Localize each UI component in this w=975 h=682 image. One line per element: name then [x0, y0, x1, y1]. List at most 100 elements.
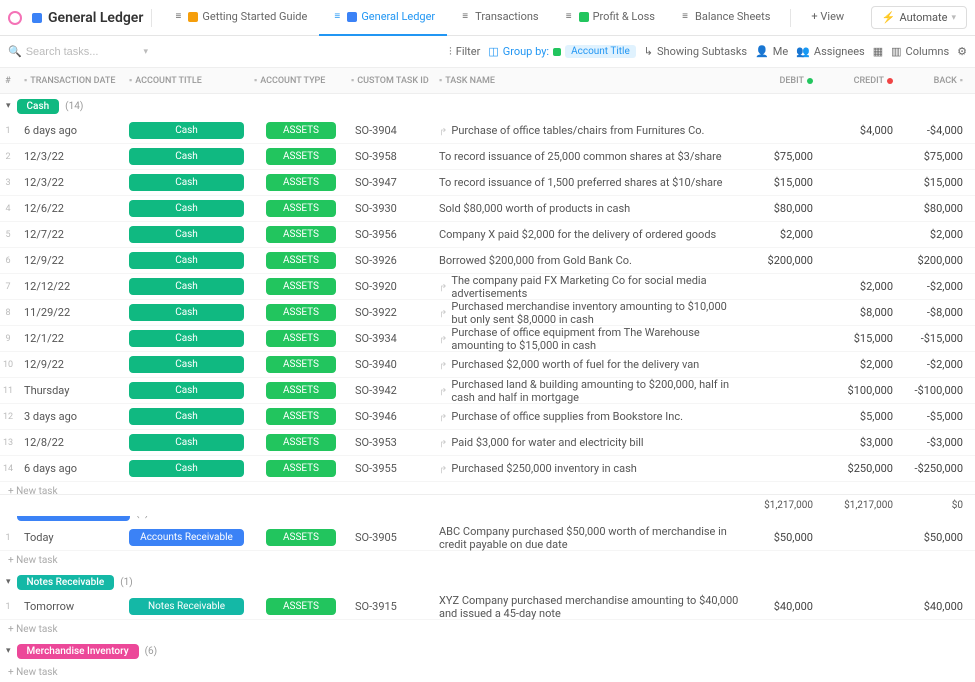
cell-type: ASSETS: [246, 200, 351, 217]
new-task-button[interactable]: + New task: [0, 620, 975, 639]
cell-name: ↳Purchase of office equipment from The W…: [431, 326, 745, 352]
header-credit[interactable]: CREDIT: [825, 76, 905, 86]
cell-id: SO-3904: [351, 124, 431, 137]
me-button[interactable]: 👤Me: [755, 45, 788, 58]
table-row[interactable]: 5 12/7/22 Cash ASSETS SO-3956 Company X …: [0, 222, 975, 248]
show-button[interactable]: ▦: [873, 45, 883, 58]
filter-button[interactable]: ⫶Filter: [449, 45, 480, 59]
header-date[interactable]: ▪TRANSACTION DATE: [16, 75, 121, 86]
cell-date: 6 days ago: [16, 462, 121, 475]
cell-name: ↳Purchased merchandise inventory amounti…: [431, 300, 745, 326]
group-count: (1): [120, 577, 133, 588]
tab-profit-loss[interactable]: ≡Profit & Loss: [551, 0, 667, 36]
columns-button[interactable]: ▥Columns: [891, 45, 949, 58]
app-logo-icon: [8, 11, 22, 25]
group-header[interactable]: ▾ Notes Receivable (1): [0, 570, 975, 594]
automate-button[interactable]: ⚡ Automate ▾: [871, 6, 967, 29]
cell-name: ↳Purchased $250,000 inventory in cash: [431, 462, 745, 475]
layout-icon: ▦: [873, 45, 883, 58]
list-icon: ≡: [563, 11, 575, 23]
tab-getting-started-guide[interactable]: ≡Getting Started Guide: [160, 0, 319, 36]
group-name-pill: Notes Receivable: [17, 575, 115, 590]
header-id[interactable]: ▪CUSTOM TASK ID: [351, 75, 431, 86]
table-row[interactable]: 7 12/12/22 Cash ASSETS SO-3920 ↳The comp…: [0, 274, 975, 300]
group-header[interactable]: ▾ Cash (14): [0, 94, 975, 118]
new-task-button[interactable]: + New task: [0, 551, 975, 570]
cell-type: ASSETS: [246, 460, 351, 477]
chevron-down-icon[interactable]: ▾: [6, 646, 11, 656]
cell-type: ASSETS: [246, 356, 351, 373]
row-num: 12: [0, 412, 16, 422]
cell-back: -$3,000: [905, 436, 975, 449]
new-task-button[interactable]: + New task: [0, 663, 975, 682]
cell-date: 12/9/22: [16, 358, 121, 371]
cell-credit: $2,000: [825, 358, 905, 371]
table-row[interactable]: 12 3 days ago Cash ASSETS SO-3946 ↳Purch…: [0, 404, 975, 430]
header-back[interactable]: BACK▪: [905, 75, 975, 86]
search-icon: 🔍: [8, 45, 22, 58]
cell-date: 12/12/22: [16, 280, 121, 293]
assignees-button[interactable]: 👥Assignees: [796, 45, 865, 58]
table-row[interactable]: 1 6 days ago Cash ASSETS SO-3904 ↳Purcha…: [0, 118, 975, 144]
settings-button[interactable]: ⚙: [957, 45, 967, 58]
cell-type: ASSETS: [246, 408, 351, 425]
tab-transactions[interactable]: ≡Transactions: [447, 0, 550, 36]
header-name[interactable]: ▪TASK NAME: [431, 75, 745, 86]
cell-id: SO-3920: [351, 280, 431, 293]
table-row[interactable]: 4 12/6/22 Cash ASSETS SO-3930 Sold $80,0…: [0, 196, 975, 222]
list-icon: ≡: [172, 11, 184, 23]
subtask-icon: ↳: [439, 125, 447, 136]
cell-title: Cash: [121, 252, 246, 269]
cell-type: ASSETS: [246, 148, 351, 165]
table-row[interactable]: 2 12/3/22 Cash ASSETS SO-3958 To record …: [0, 144, 975, 170]
subtask-icon: ↳: [439, 385, 447, 396]
subtask-icon: ↳: [439, 463, 447, 474]
table-row[interactable]: 14 6 days ago Cash ASSETS SO-3955 ↳Purch…: [0, 456, 975, 482]
table-row[interactable]: 13 12/8/22 Cash ASSETS SO-3953 ↳Paid $3,…: [0, 430, 975, 456]
cell-type: ASSETS: [246, 304, 351, 321]
groupby-button[interactable]: ◫ Group by: Account Title: [488, 45, 635, 58]
table-row[interactable]: 1 Tomorrow Notes Receivable ASSETS SO-39…: [0, 594, 975, 620]
cell-title: Cash: [121, 278, 246, 295]
table-row[interactable]: 11 Thursday Cash ASSETS SO-3942 ↳Purchas…: [0, 378, 975, 404]
subtasks-button[interactable]: ↳Showing Subtasks: [644, 45, 747, 58]
header-debit[interactable]: DEBIT: [745, 76, 825, 86]
row-num: 1: [0, 533, 16, 543]
list-icon: ≡: [679, 11, 691, 23]
table-row[interactable]: 1 Today Accounts Receivable ASSETS SO-39…: [0, 525, 975, 551]
group-name-pill: Cash: [17, 99, 60, 114]
cell-back: $80,000: [905, 202, 975, 215]
tab-general-ledger[interactable]: ≡General Ledger: [319, 0, 447, 36]
table-row[interactable]: 6 12/9/22 Cash ASSETS SO-3926 Borrowed $…: [0, 248, 975, 274]
table-row[interactable]: 3 12/3/22 Cash ASSETS SO-3947 To record …: [0, 170, 975, 196]
chevron-down-icon[interactable]: ▾: [143, 47, 148, 57]
table-row[interactable]: 9 12/1/22 Cash ASSETS SO-3934 ↳Purchase …: [0, 326, 975, 352]
table-body: ▾ Cash (14) 1 6 days ago Cash ASSETS SO-…: [0, 94, 975, 682]
add-view-button[interactable]: + View: [799, 0, 856, 36]
cell-back: -$250,000: [905, 462, 975, 475]
cell-credit: $100,000: [825, 384, 905, 397]
header-type[interactable]: ▪ACCOUNT TYPE: [246, 75, 351, 86]
search-input[interactable]: [26, 46, 126, 58]
row-num: 10: [0, 360, 16, 370]
header-title[interactable]: ▪ACCOUNT TITLE: [121, 75, 246, 86]
chevron-down-icon: ▾: [951, 13, 956, 23]
cell-date: Today: [16, 531, 121, 544]
table-row[interactable]: 8 11/29/22 Cash ASSETS SO-3922 ↳Purchase…: [0, 300, 975, 326]
tab-balance-sheets[interactable]: ≡Balance Sheets: [667, 0, 782, 36]
table-row[interactable]: 10 12/9/22 Cash ASSETS SO-3940 ↳Purchase…: [0, 352, 975, 378]
cell-back: -$2,000: [905, 280, 975, 293]
chevron-down-icon[interactable]: ▾: [6, 101, 11, 111]
divider: [790, 9, 791, 27]
cell-title: Cash: [121, 460, 246, 477]
group-header[interactable]: ▾ Merchandise Inventory (6): [0, 639, 975, 663]
cell-type: ASSETS: [246, 529, 351, 546]
chevron-down-icon[interactable]: ▾: [6, 577, 11, 587]
cell-date: Tomorrow: [16, 600, 121, 613]
cell-title: Cash: [121, 408, 246, 425]
cell-id: SO-3942: [351, 384, 431, 397]
search-wrap: 🔍 ▾: [8, 45, 148, 58]
cell-title: Cash: [121, 356, 246, 373]
cell-name: ↳Paid $3,000 for water and electricity b…: [431, 436, 745, 449]
group-name-pill: Merchandise Inventory: [17, 644, 139, 659]
